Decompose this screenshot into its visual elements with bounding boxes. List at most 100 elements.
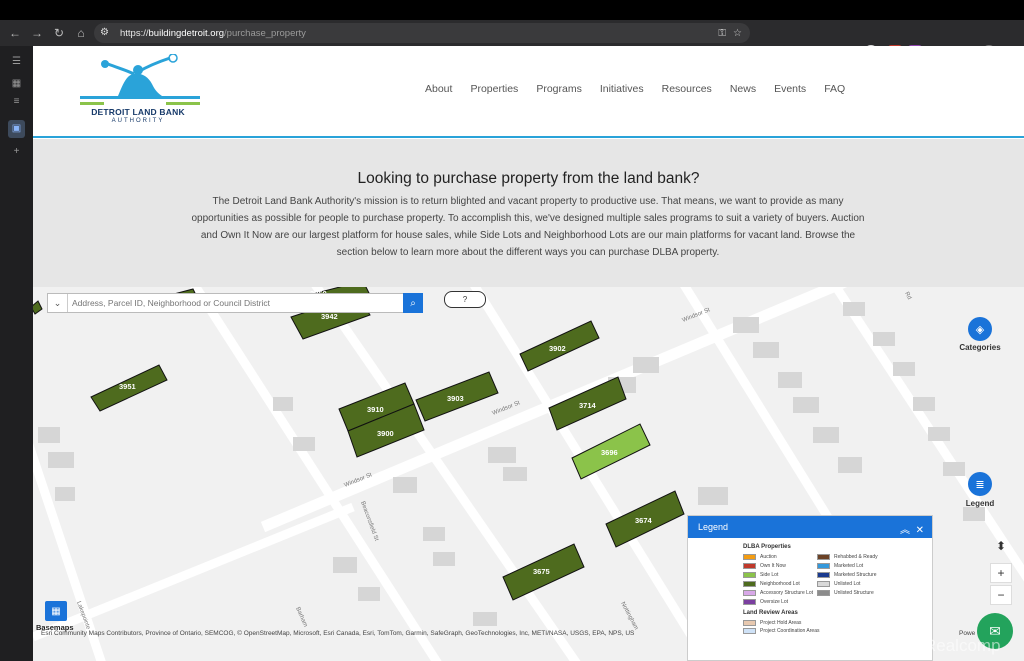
street-label: Rd: [903, 291, 912, 301]
legend-item: Auction: [743, 553, 817, 561]
legend-item-label: Oversize Lot: [760, 599, 789, 605]
logo-subtitle: AUTHORITY: [111, 118, 165, 124]
building: [293, 437, 315, 451]
legend-area-label: Project Hold Areas: [760, 620, 802, 626]
search-input[interactable]: [68, 294, 398, 312]
legend-button[interactable]: ≣: [968, 472, 992, 496]
nav-programs[interactable]: Programs: [536, 83, 582, 95]
nav-news[interactable]: News: [730, 83, 756, 95]
legend-body: DLBA Properties Auction Rehabbed & Ready O…: [688, 538, 932, 635]
building: [733, 317, 759, 333]
collapse-icon[interactable]: ︽: [900, 525, 910, 536]
nav-faq[interactable]: FAQ: [824, 83, 845, 95]
site-info-icon[interactable]: ⚙: [100, 27, 112, 39]
legend-item-label: Own It Now: [760, 563, 786, 569]
legend-item-label: Marketed Structure: [834, 572, 877, 578]
legend-area-label: Project Coordination Areas: [760, 628, 820, 634]
map-search: ⌄ ⌕: [47, 293, 423, 313]
map-attribution: Esri Community Maps Contributors, Provin…: [41, 630, 635, 637]
legend-item: Oversize Lot: [743, 598, 817, 606]
building: [943, 462, 965, 476]
legend-item: Side Lot: [743, 571, 817, 579]
zoom-out-button[interactable]: −: [990, 585, 1012, 605]
reading-list-icon[interactable]: ≡: [8, 96, 25, 110]
building: [358, 587, 380, 601]
legend-swatch: [743, 554, 756, 560]
categories-button[interactable]: ◈: [968, 317, 992, 341]
zoom-in-button[interactable]: +: [990, 563, 1012, 583]
building: [928, 427, 950, 441]
legend-swatch: [743, 572, 756, 578]
bookmark-star-icon[interactable]: ☆: [733, 28, 742, 39]
parcel-label-3696: 3696: [601, 448, 618, 457]
legend-item-label: Side Lot: [760, 572, 779, 578]
building: [813, 427, 839, 443]
parcel[interactable]: [33, 300, 43, 315]
legend-swatch: [743, 563, 756, 569]
nav-properties[interactable]: Properties: [470, 83, 518, 95]
property-map[interactable]: 3942 3950 3951 3902 3910 3903 3900 3714 …: [33, 287, 1024, 661]
add-icon[interactable]: +: [8, 146, 25, 160]
legend-item-label: Marketed Lot: [834, 563, 864, 569]
building: [838, 457, 862, 473]
legend-item: Rehabbed & Ready: [817, 553, 891, 561]
building: [893, 362, 915, 376]
watermark: Realcomp: [924, 636, 1001, 655]
nav-events[interactable]: Events: [774, 83, 806, 95]
legend-section-title: DLBA Properties: [743, 544, 791, 550]
legend-item-label: Neighborhood Lot: [760, 581, 800, 587]
legend-items: Auction Rehabbed & Ready Own It Now Markete…: [743, 553, 932, 606]
list-icon: ≣: [975, 478, 985, 491]
legend-swatch: [817, 581, 830, 587]
legend-panel: Legend ︽ ✕ DLBA Properties Auction Rehabb…: [687, 515, 933, 661]
search-button[interactable]: ⌕: [403, 293, 423, 313]
legend-swatch: [743, 628, 756, 634]
parcel-label-3900: 3900: [377, 429, 394, 438]
reload-icon[interactable]: ↻: [48, 22, 70, 44]
help-button[interactable]: ?: [444, 291, 486, 308]
legend-item: Unlisted Lot: [817, 580, 891, 588]
parcel-label-3714: 3714: [579, 401, 597, 410]
layers-icon: ◈: [975, 323, 985, 336]
key-icon[interactable]: ⚿: [718, 28, 726, 39]
dlba-logo[interactable]: DETROIT LAND BANK AUTHORITY: [78, 53, 203, 132]
legend-area-item: Project Coordination Areas: [743, 627, 932, 635]
building: [38, 427, 60, 443]
legend-label: Legend: [965, 499, 995, 508]
home-icon[interactable]: ⌂: [70, 22, 92, 44]
parcel-label-3903: 3903: [447, 394, 464, 403]
building: [333, 557, 357, 573]
back-icon[interactable]: ←: [4, 22, 26, 44]
road: [190, 287, 442, 661]
browser-toolbar: ← → ↻ ⌂ ⚙ https://buildingdetroit.org/pu…: [0, 20, 1024, 59]
nav-resources[interactable]: Resources: [662, 83, 712, 95]
parcel-label-3902: 3902: [549, 344, 566, 353]
legend-swatch: [743, 599, 756, 605]
web-page: DETROIT LAND BANK AUTHORITY About Proper…: [33, 46, 1024, 661]
intro-paragraph: The Detroit Land Bank Authority's missio…: [191, 196, 865, 258]
compass-icon[interactable]: ⬍: [993, 539, 1009, 555]
legend-swatch: [817, 554, 830, 560]
close-icon[interactable]: ✕: [916, 525, 924, 536]
forward-icon[interactable]: →: [26, 22, 48, 44]
sidebar-toggle-icon[interactable]: ☰: [8, 56, 25, 70]
main-nav: About Properties Programs Initiatives Re…: [425, 83, 863, 95]
grid-icon: ▦: [51, 605, 61, 617]
building: [873, 332, 895, 346]
legend-swatch: [743, 620, 756, 626]
building: [753, 342, 779, 358]
building: [433, 552, 455, 566]
nav-initiatives[interactable]: Initiatives: [600, 83, 644, 95]
grid-icon[interactable]: ▦: [8, 78, 25, 92]
building: [503, 467, 527, 481]
search-source-dropdown[interactable]: ⌄: [48, 294, 68, 312]
legend-item-label: Rehabbed & Ready: [834, 554, 878, 560]
address-bar[interactable]: ⚙ https://buildingdetroit.org/purchase_p…: [94, 23, 750, 43]
active-panel-icon[interactable]: ▣: [8, 120, 25, 138]
basemaps-button[interactable]: ▦: [45, 601, 67, 621]
nav-about[interactable]: About: [425, 83, 452, 95]
page-title: Looking to purchase property from the la…: [357, 170, 700, 187]
legend-title: Legend: [698, 522, 729, 532]
building: [913, 397, 935, 411]
parcel-label-3675: 3675: [533, 567, 550, 576]
